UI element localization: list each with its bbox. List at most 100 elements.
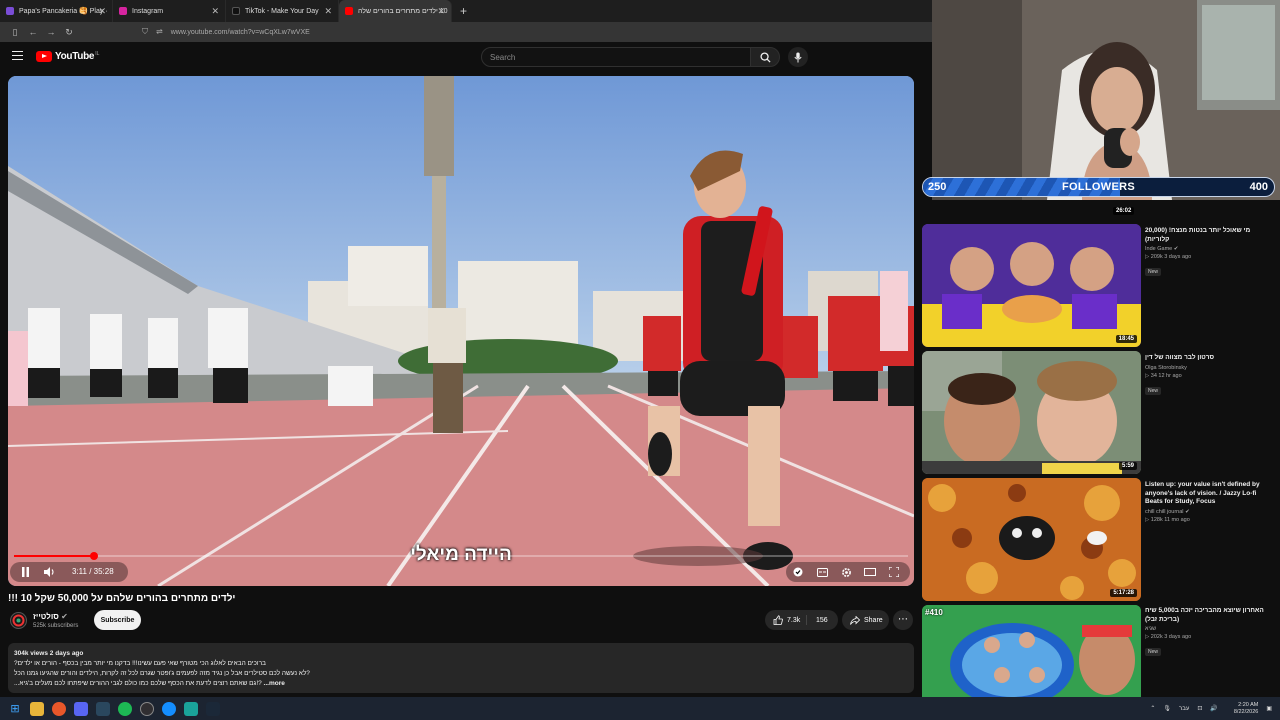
tune-icon[interactable]: ⇌ [156, 27, 163, 36]
description-line-2: ?לא נעשה לכם סטילרים אבל כן נגיד מזה לפע… [14, 670, 310, 677]
description-line-3-text: ...גם שאתם רוצים לדעת את הכסף שלכם כמו כ… [14, 680, 262, 687]
theater-button[interactable] [862, 563, 878, 581]
recommendation-meta: ▷ 128k 11 mo ago [1145, 517, 1275, 523]
steam-app-icon[interactable] [206, 701, 220, 716]
microphone-tray-icon[interactable]: 🎙 [1163, 705, 1171, 712]
voice-search-button[interactable] [788, 47, 808, 67]
browser-tab-bar: Papa's Pancakeria 🥞 Play · ✕ Instagram ✕… [0, 0, 932, 22]
description-box[interactable]: 304k views 2 days ago ברוכים הבאים לאלוג… [8, 643, 914, 693]
menu-icon[interactable] [12, 51, 23, 60]
captions-icon [816, 567, 828, 577]
video-duration: 5:59 [1118, 462, 1137, 470]
webcam-frame [932, 0, 1280, 200]
recommendation-channel: chill chill journal ✔ [1145, 509, 1275, 515]
time-display: 3:11 / 35:28 [72, 567, 114, 576]
speaker-icon[interactable]: 🔊 [1210, 705, 1217, 712]
tray-expand-icon[interactable]: ⌃ [1150, 705, 1155, 712]
notification-icon[interactable]: ▣ [1266, 705, 1272, 712]
hidden-rec-duration: 26:02 [1113, 207, 1135, 215]
recommendation-thumbnail[interactable]: 18:45 [922, 224, 1141, 347]
comment-count[interactable]: 156 [807, 617, 828, 624]
pause-button[interactable] [16, 563, 34, 581]
recommendation-thumbnail[interactable]: 5:59 [922, 351, 1141, 474]
verified-icon: ✔ [61, 612, 68, 621]
share-label: Share [864, 616, 883, 624]
battlenet-icon[interactable] [162, 701, 176, 716]
thumbnail-image [922, 351, 1141, 474]
start-icon[interactable]: ⊞ [8, 702, 22, 716]
recommendation-info[interactable]: Listen up: your value isn't defined by a… [1145, 481, 1275, 523]
recommendation-info[interactable]: האחרון שיוצא מהבריכה יזכה ב5,000 שיח (בר… [1145, 607, 1275, 658]
subtitles-button[interactable] [814, 563, 830, 581]
channel-name[interactable]: סולטייז ✔ [33, 612, 68, 621]
recommendation-title: סרטון לבר מצווה של דין [1145, 354, 1215, 361]
channel-name-text: סולטייז [33, 612, 59, 621]
forward-icon[interactable]: → [42, 27, 60, 37]
close-icon[interactable]: ✕ [324, 6, 332, 17]
subscribe-button[interactable]: Subscribe [94, 610, 141, 630]
firefox-icon[interactable] [52, 701, 66, 716]
reload-icon[interactable]: ↻ [60, 27, 78, 38]
verified-icon: ✔ [1173, 246, 1179, 252]
video-player[interactable]: היידה מיאלי 3:11 / 35:28 [8, 76, 914, 586]
share-button[interactable]: Share [842, 610, 889, 630]
progress-bar[interactable] [14, 552, 908, 560]
webcam-overlay [932, 0, 1280, 200]
fullscreen-button[interactable] [886, 563, 902, 581]
close-icon[interactable]: ✕ [211, 6, 219, 17]
channel-avatar[interactable] [10, 612, 27, 629]
tab-youtube-active[interactable]: 10 ילדים מתחרים בהורים שלה ✕ [339, 0, 452, 22]
tab-papas-pancakeria[interactable]: Papa's Pancakeria 🥞 Play · ✕ [0, 0, 113, 22]
search-button[interactable] [750, 47, 780, 67]
followers-goal-target: 400 [1249, 181, 1268, 193]
tab-tiktok[interactable]: TikTok - Make Your Day ✕ [226, 0, 339, 22]
clock[interactable]: 2:20 AM 8/22/2026 [1226, 702, 1258, 716]
file-explorer-icon[interactable] [30, 701, 44, 716]
more-dots-icon: ⋯ [898, 614, 908, 625]
spotify-icon[interactable] [118, 701, 132, 716]
volume-button[interactable] [40, 563, 58, 581]
url-text: www.youtube.com/watch?v=wCqXLw7wVXE [170, 29, 310, 36]
recommendation-info[interactable]: סרטון לבר מצווה של דין Olga Storobinsky … [1145, 354, 1275, 397]
recommendation-thumbnail[interactable]: #410 [922, 605, 1141, 697]
tiktok-favicon [232, 7, 240, 15]
recommendation-title: Listen up: your value isn't defined by a… [1145, 481, 1260, 505]
video-duration: 5:17:28 [1110, 589, 1137, 597]
language-indicator[interactable]: עבר [1179, 706, 1189, 712]
settings-button[interactable] [838, 563, 854, 581]
close-icon[interactable]: ✕ [437, 6, 445, 17]
autoplay-toggle[interactable] [790, 563, 806, 581]
tab-instagram[interactable]: Instagram ✕ [113, 0, 226, 22]
discord-icon[interactable] [74, 701, 88, 716]
tab-label: TikTok - Make Your Day [245, 7, 319, 15]
recommendation-thumbnail[interactable]: 5:17:28 [922, 478, 1141, 601]
app-icon[interactable] [184, 701, 198, 716]
close-icon[interactable]: ✕ [98, 6, 106, 17]
meta-text: 128k 11 mo ago [1150, 516, 1190, 523]
site-info-icon[interactable]: ⛉ [142, 27, 148, 36]
steam-icon[interactable] [96, 701, 110, 716]
tab-label: Instagram [132, 7, 164, 15]
thumbnail-image [922, 478, 1141, 601]
search-input[interactable]: Search [481, 47, 751, 67]
recommendation-info[interactable]: מי שאוכל יותר בנטות מנצח! (20,000 קלוריו… [1145, 227, 1275, 278]
new-tab-icon[interactable]: + [460, 4, 467, 18]
tab-label: 10 ילדים מתחרים בהורים שלה [358, 7, 448, 15]
clock-date: 8/22/2026 [1233, 708, 1259, 715]
logo-text: YouTube [55, 51, 95, 62]
more-actions-button[interactable]: ⋯ [893, 610, 913, 630]
shield-icon [793, 567, 803, 577]
show-more-link[interactable]: ...more [264, 680, 285, 687]
description-line-1: ברוכים הבאים לאלוג הכי מטורף שאי פעם עשי… [14, 660, 266, 667]
obs-icon[interactable] [140, 701, 154, 716]
video-title: !!! 10 ילדים מתחרים בהורים שלהם על 50,00… [8, 593, 236, 604]
tab-label: Papa's Pancakeria 🥞 Play · [19, 8, 108, 15]
thumbnail-image [922, 224, 1141, 347]
url-field[interactable]: ⛉ ⇌ www.youtube.com/watch?v=wCqXLw7wVXE [142, 27, 310, 37]
sidebar-toggle-icon[interactable]: ▯ [6, 27, 24, 38]
like-button[interactable]: 7.3k [765, 615, 807, 625]
recommendation-title: האחרון שיוצא מהבריכה יזכה ב5,000 שיח (בר… [1145, 607, 1264, 623]
youtube-logo[interactable]: YouTube IL [36, 51, 99, 62]
back-icon[interactable]: ← [24, 27, 42, 37]
network-icon[interactable]: ⊡ [1197, 705, 1202, 712]
